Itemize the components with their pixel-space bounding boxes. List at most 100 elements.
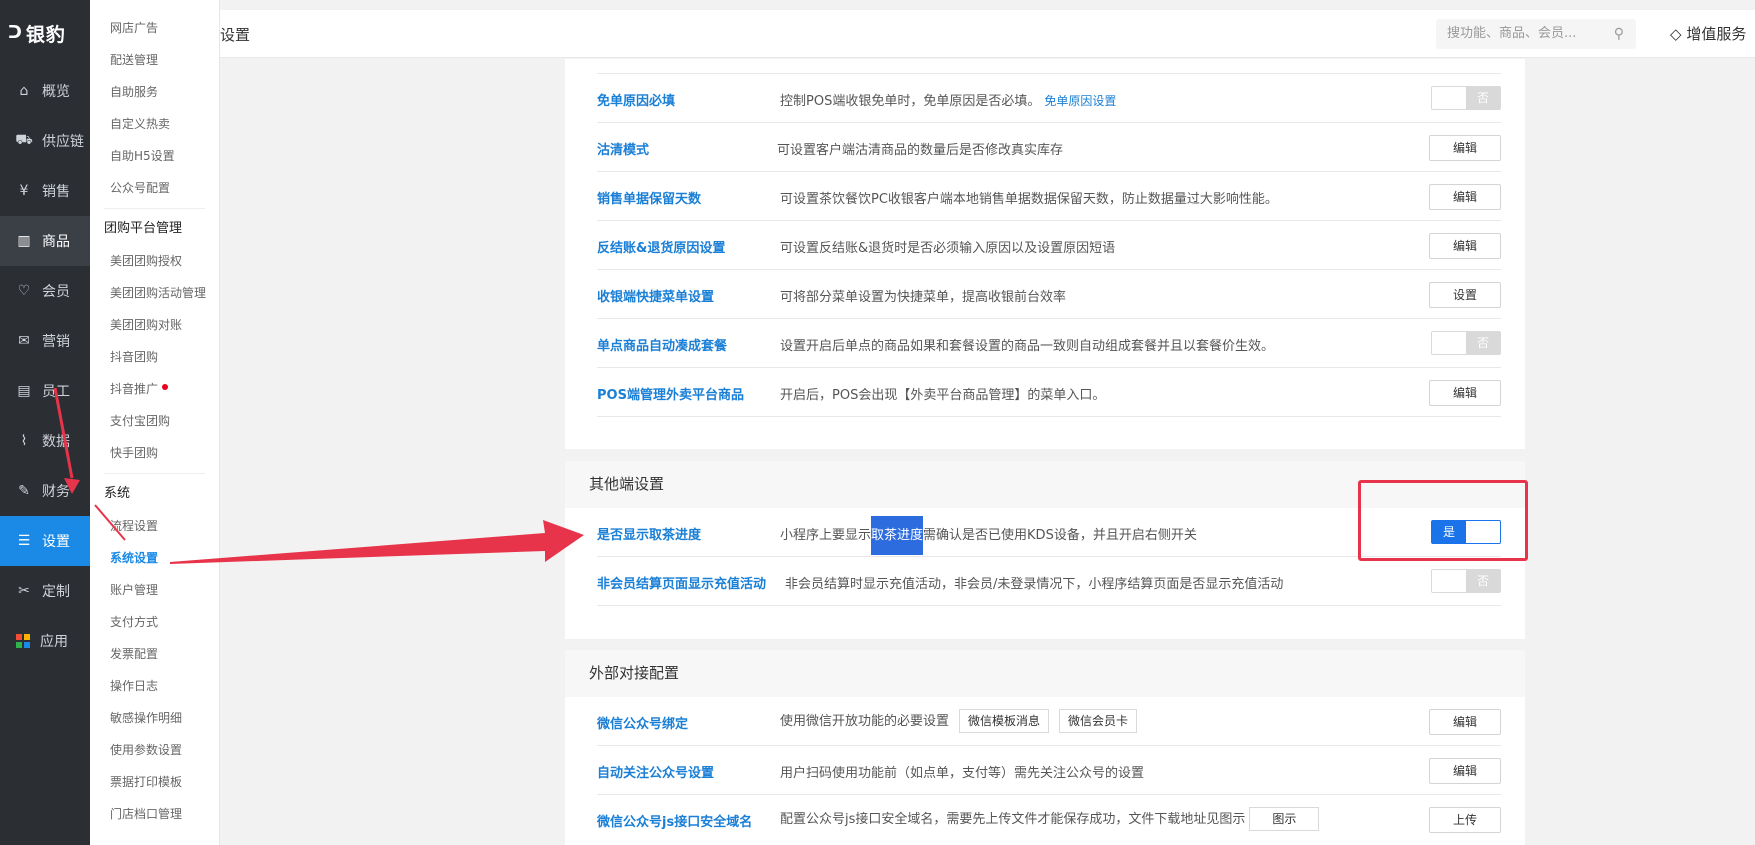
nav-item-data[interactable]: ⌇ 数据 bbox=[0, 416, 90, 466]
setting-toggle[interactable]: 否 bbox=[1431, 331, 1501, 359]
setting-label: 销售单据保留天数 bbox=[597, 192, 702, 207]
setting-desc-text: 控制POS端收银免单时，免单原因是否必填。 bbox=[780, 94, 1041, 109]
app-root: ᑐ 银豹 ⌂ 概览 ⛟ 供应链 ¥ 销售 ▥ 商品 ♡ 会员 ✉ 营销 ▤ 员工 ⌇ 数据 ✎ 财… bbox=[0, 0, 1755, 845]
settings-icon: ☰ bbox=[17, 533, 31, 549]
brand-logo[interactable]: ᑐ 银豹 bbox=[0, 0, 90, 66]
edit-button[interactable]: 编辑 bbox=[1429, 758, 1501, 784]
submenu-group-title: 系统 bbox=[104, 486, 131, 501]
submenu-item[interactable]: 公众号配置 bbox=[90, 172, 219, 204]
edit-button[interactable]: 编辑 bbox=[1429, 380, 1501, 406]
submenu-item[interactable]: 支付宝团购 bbox=[90, 405, 219, 437]
finance-icon: ✎ bbox=[18, 483, 30, 499]
edit-button[interactable]: 编辑 bbox=[1429, 135, 1501, 161]
setting-desc: 小程序上要显示取茶进度需确认是否已使用KDS设备，并且开启右侧开关 bbox=[780, 516, 1197, 555]
submenu-item[interactable]: 账户管理 bbox=[90, 574, 219, 606]
wechat-card-tag[interactable]: 微信会员卡 bbox=[1059, 709, 1138, 733]
settings-card-pos: 免单原因必填 控制POS端收银免单时，免单原因是否必填。 免单原因设置 否 沽清模… bbox=[565, 59, 1525, 449]
setting-row: 反结账&退货原因设置 可设置反结账&退货时是否必须输入原因以及设置原因短语 编辑 bbox=[597, 221, 1501, 270]
toggle-off-label: 否 bbox=[1466, 87, 1500, 109]
section-title: 外部对接配置 bbox=[565, 650, 1525, 697]
search-input[interactable]: 搜功能、商品、会员... ⚲ bbox=[1436, 19, 1636, 49]
apps-icon-tile bbox=[16, 634, 22, 640]
nav-label: 设置 bbox=[42, 534, 70, 550]
annotation-highlight-box bbox=[1358, 480, 1528, 561]
edit-button[interactable]: 编辑 bbox=[1429, 233, 1501, 259]
setting-desc: 非会员结算时显示充值活动，非会员/未登录情况下，小程序结算页面是否显示充值活动 bbox=[785, 577, 1284, 592]
data-icon: ⌇ bbox=[20, 433, 28, 449]
value-added-services-link[interactable]: ◇ 增值服务 bbox=[1670, 23, 1746, 44]
nav-label: 销售 bbox=[42, 184, 70, 200]
nav-item-supply-chain[interactable]: ⛟ 供应链 bbox=[0, 116, 90, 166]
submenu-item[interactable]: 发票配置 bbox=[90, 638, 219, 670]
nav-item-sales[interactable]: ¥ 销售 bbox=[0, 166, 90, 216]
nav-item-member[interactable]: ♡ 会员 bbox=[0, 266, 90, 316]
search-icon[interactable]: ⚲ bbox=[1614, 19, 1624, 49]
submenu-group-title: 团购平台管理 bbox=[104, 221, 183, 236]
submenu-item[interactable]: 自定义热卖 bbox=[90, 108, 219, 140]
nav-item-settings[interactable]: ☰ 设置 bbox=[0, 516, 90, 566]
nav-item-apps[interactable]: 应用 bbox=[0, 616, 90, 666]
submenu-divider bbox=[104, 473, 205, 474]
upload-button[interactable]: 上传 bbox=[1429, 807, 1501, 833]
submenu-item[interactable]: 抖音团购 bbox=[90, 341, 219, 373]
settings-button[interactable]: 设置 bbox=[1429, 282, 1501, 308]
submenu-item[interactable]: 网店广告 bbox=[90, 12, 219, 44]
goods-icon: ▥ bbox=[17, 233, 31, 249]
submenu-item[interactable]: 使用参数设置 bbox=[90, 734, 219, 766]
top-bar: 设置 搜功能、商品、会员... ⚲ ◇ 增值服务 bbox=[220, 10, 1755, 58]
submenu-item[interactable]: 流程设置 bbox=[90, 510, 219, 542]
annotation-arrow bbox=[170, 520, 584, 564]
setting-row: 免单原因必填 控制POS端收银免单时，免单原因是否必填。 免单原因设置 否 bbox=[597, 74, 1501, 123]
setting-label: 收银端快捷菜单设置 bbox=[597, 290, 715, 305]
submenu-item[interactable]: 快手团购 bbox=[90, 437, 219, 469]
setting-desc: 可将部分菜单设置为快捷菜单，提高收银前台效率 bbox=[780, 290, 1067, 305]
submenu-item[interactable]: 支付方式 bbox=[90, 606, 219, 638]
setting-label: 免单原因必填 bbox=[597, 94, 676, 109]
setting-row: 收银端快捷菜单设置 可将部分菜单设置为快捷菜单，提高收银前台效率 设置 bbox=[597, 270, 1501, 319]
setting-desc: 开启后，POS会出现【外卖平台商品管理】的菜单入口。 bbox=[780, 388, 1106, 403]
submenu-item[interactable]: 敏感操作明细 bbox=[90, 702, 219, 734]
sales-icon: ¥ bbox=[19, 183, 29, 199]
submenu-item[interactable]: 门店档口管理 bbox=[90, 798, 219, 830]
submenu-item[interactable]: 操作日志 bbox=[90, 670, 219, 702]
submenu-item-douyin-promo[interactable]: 抖音推广 bbox=[90, 373, 219, 405]
setting-desc: 控制POS端收银免单时，免单原因是否必填。 免单原因设置 bbox=[780, 90, 1116, 109]
free-reason-link[interactable]: 免单原因设置 bbox=[1044, 94, 1116, 108]
edit-button[interactable]: 编辑 bbox=[1429, 709, 1501, 735]
edit-button[interactable]: 编辑 bbox=[1429, 184, 1501, 210]
illustration-button[interactable]: 图示 bbox=[1249, 807, 1320, 831]
submenu-item[interactable]: 美团团购活动管理 bbox=[90, 277, 219, 309]
setting-toggle[interactable]: 否 bbox=[1431, 86, 1501, 114]
nav-label: 员工 bbox=[42, 384, 70, 400]
logo-mark-icon: ᑐ bbox=[8, 23, 23, 43]
diamond-icon: ◇ bbox=[1670, 25, 1687, 43]
submenu-item[interactable]: 配送管理 bbox=[90, 44, 219, 76]
wechat-template-tag[interactable]: 微信模板消息 bbox=[959, 709, 1050, 733]
submenu-item[interactable]: 自助服务 bbox=[90, 76, 219, 108]
nav-item-goods[interactable]: ▥ 商品 bbox=[0, 216, 90, 266]
desc-part: 需确认是否已使用KDS设备，并且开启右侧开关 bbox=[923, 528, 1197, 543]
desc-part: 小程序上要显示 bbox=[780, 528, 872, 543]
setting-desc: 设置开启后单点的商品如果和套餐设置的商品一致则自动组成套餐并且以套餐价生效。 bbox=[780, 339, 1275, 354]
nav-item-staff[interactable]: ▤ 员工 bbox=[0, 366, 90, 416]
nav-item-overview[interactable]: ⌂ 概览 bbox=[0, 66, 90, 116]
supply-icon: ⛟ bbox=[15, 132, 33, 148]
nav-item-finance[interactable]: ✎ 财务 bbox=[0, 466, 90, 516]
submenu-item-system-settings[interactable]: 系统设置 bbox=[90, 542, 219, 574]
setting-row: 销售单据保留天数 可设置茶饮餐饮PC收银客户端本地销售单据数据保留天数，防止数据… bbox=[597, 172, 1501, 221]
setting-label: 单点商品自动凑成套餐 bbox=[597, 339, 728, 354]
submenu-item[interactable]: 美团团购对账 bbox=[90, 309, 219, 341]
toggle-off-label: 否 bbox=[1466, 570, 1500, 592]
submenu-item[interactable]: 自助H5设置 bbox=[90, 140, 219, 172]
setting-desc-text: 配置公众号js接口安全域名，需要先上传文件才能保存成功，文件下载地址见图示 bbox=[780, 812, 1246, 827]
setting-toggle[interactable]: 否 bbox=[1431, 569, 1501, 597]
submenu-item[interactable]: 票据打印模板 bbox=[90, 766, 219, 798]
submenu-item[interactable]: 美团团购授权 bbox=[90, 245, 219, 277]
page-title: 设置 bbox=[220, 26, 251, 44]
apps-icon-tile bbox=[24, 634, 30, 640]
apps-icon-tile bbox=[16, 642, 22, 648]
nav-label: 会员 bbox=[42, 284, 70, 300]
nav-item-marketing[interactable]: ✉ 营销 bbox=[0, 316, 90, 366]
nav-item-custom[interactable]: ✂ 定制 bbox=[0, 566, 90, 616]
setting-row: 单点商品自动凑成套餐 设置开启后单点的商品如果和套餐设置的商品一致则自动组成套餐… bbox=[597, 319, 1501, 368]
